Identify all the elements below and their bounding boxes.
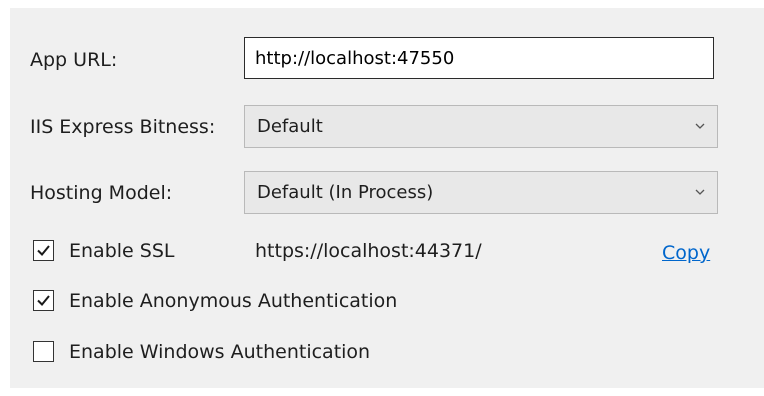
hosting-model-selected: Default (In Process) (257, 182, 434, 203)
app-url-input[interactable] (245, 38, 713, 78)
enable-ssl-label[interactable]: Enable SSL (69, 239, 174, 263)
iis-bitness-dropdown[interactable]: Default (244, 105, 718, 148)
checkmark-icon (37, 295, 50, 306)
iis-bitness-selected: Default (257, 116, 323, 137)
app-url-field[interactable] (244, 37, 714, 79)
checkmark-icon (37, 245, 50, 256)
windows-auth-checkbox[interactable] (33, 341, 54, 362)
anonymous-auth-label[interactable]: Enable Anonymous Authentication (69, 289, 397, 313)
app-url-label: App URL: (30, 49, 118, 71)
chevron-down-icon (695, 123, 705, 129)
anonymous-auth-checkbox[interactable] (33, 290, 54, 311)
ssl-url-text: https://localhost:44371/ (255, 240, 482, 262)
windows-auth-label[interactable]: Enable Windows Authentication (69, 340, 370, 364)
iis-bitness-label: IIS Express Bitness: (30, 116, 216, 138)
chevron-down-icon (695, 189, 705, 195)
enable-ssl-checkbox[interactable] (33, 240, 54, 261)
copy-link[interactable]: Copy (662, 241, 710, 265)
hosting-model-label: Hosting Model: (30, 182, 173, 204)
hosting-model-dropdown[interactable]: Default (In Process) (244, 171, 718, 214)
